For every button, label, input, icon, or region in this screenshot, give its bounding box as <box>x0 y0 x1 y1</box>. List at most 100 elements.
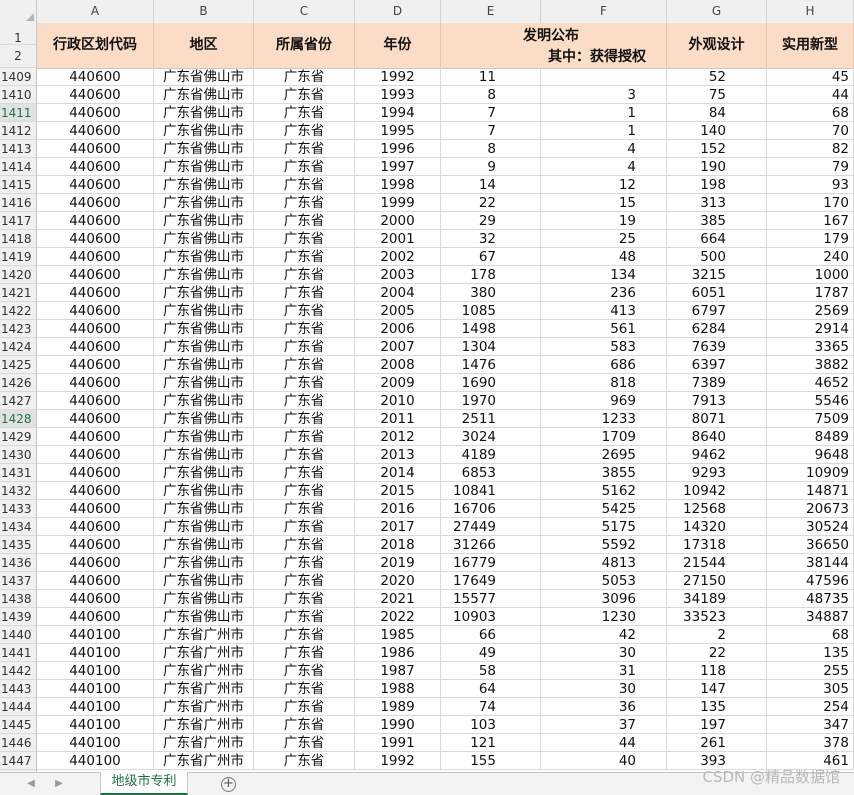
row-number[interactable]: 1409 <box>0 68 36 86</box>
cell-D[interactable]: 1991 <box>355 734 441 752</box>
cell-B[interactable]: 广东省佛山市 <box>154 500 254 518</box>
cell-H[interactable]: 68 <box>767 104 854 122</box>
cell-F[interactable]: 31 <box>541 662 667 680</box>
cell-D[interactable]: 1999 <box>355 194 441 212</box>
cell-F[interactable]: 5592 <box>541 536 667 554</box>
row-number[interactable]: 1437 <box>0 572 36 590</box>
cell-H[interactable]: 179 <box>767 230 854 248</box>
row-number[interactable]: 1411 <box>0 104 36 122</box>
row-number[interactable]: 1432 <box>0 482 36 500</box>
cell-A[interactable]: 440100 <box>37 662 154 680</box>
cell-H[interactable]: 82 <box>767 140 854 158</box>
cell-B[interactable]: 广东省佛山市 <box>154 104 254 122</box>
cell-G[interactable]: 190 <box>667 158 767 176</box>
column-letter-A[interactable]: A <box>37 0 154 23</box>
cell-C[interactable]: 广东省 <box>254 428 355 446</box>
cell-H[interactable]: 70 <box>767 122 854 140</box>
cell-E[interactable]: 2511 <box>441 410 541 428</box>
prev-sheet-icon[interactable]: ◀ <box>24 776 38 792</box>
cell-D[interactable]: 1997 <box>355 158 441 176</box>
cell-A[interactable]: 440100 <box>37 734 154 752</box>
cell-C[interactable]: 广东省 <box>254 464 355 482</box>
cell-B[interactable]: 广东省佛山市 <box>154 608 254 626</box>
cell-B[interactable]: 广东省佛山市 <box>154 320 254 338</box>
cell-D[interactable]: 1994 <box>355 104 441 122</box>
cell-H[interactable]: 9648 <box>767 446 854 464</box>
cell-H[interactable]: 68 <box>767 626 854 644</box>
cell-H[interactable]: 36650 <box>767 536 854 554</box>
cell-D[interactable]: 1996 <box>355 140 441 158</box>
cell-H[interactable]: 8489 <box>767 428 854 446</box>
cell-F[interactable]: 1709 <box>541 428 667 446</box>
row-number[interactable]: 1443 <box>0 680 36 698</box>
cell-E[interactable]: 16779 <box>441 554 541 572</box>
cell-G[interactable]: 152 <box>667 140 767 158</box>
cell-E[interactable]: 16706 <box>441 500 541 518</box>
cell-F[interactable]: 3096 <box>541 590 667 608</box>
cell-E[interactable]: 11 <box>441 68 541 86</box>
cell-D[interactable]: 2007 <box>355 338 441 356</box>
cell-A[interactable]: 440600 <box>37 320 154 338</box>
cell-A[interactable]: 440600 <box>37 446 154 464</box>
cell-D[interactable]: 2004 <box>355 284 441 302</box>
cell-C[interactable]: 广东省 <box>254 536 355 554</box>
cell-B[interactable]: 广东省佛山市 <box>154 230 254 248</box>
cell-A[interactable]: 440600 <box>37 572 154 590</box>
cell-F[interactable]: 561 <box>541 320 667 338</box>
cell-D[interactable]: 1988 <box>355 680 441 698</box>
row-number[interactable]: 1418 <box>0 230 36 248</box>
cell-F[interactable]: 30 <box>541 680 667 698</box>
cell-C[interactable]: 广东省 <box>254 590 355 608</box>
cell-G[interactable]: 6797 <box>667 302 767 320</box>
cell-F[interactable]: 4813 <box>541 554 667 572</box>
column-letter-C[interactable]: C <box>254 0 355 23</box>
cell-G[interactable]: 33523 <box>667 608 767 626</box>
cell-G[interactable]: 3215 <box>667 266 767 284</box>
cell-E[interactable]: 1690 <box>441 374 541 392</box>
cell-E[interactable]: 121 <box>441 734 541 752</box>
cell-F[interactable]: 2695 <box>541 446 667 464</box>
cell-A[interactable]: 440600 <box>37 302 154 320</box>
cell-H[interactable]: 1000 <box>767 266 854 284</box>
cell-B[interactable]: 广东省佛山市 <box>154 194 254 212</box>
cell-C[interactable]: 广东省 <box>254 752 355 770</box>
row-number[interactable]: 1417 <box>0 212 36 230</box>
cell-F[interactable]: 12 <box>541 176 667 194</box>
cell-H[interactable]: 10909 <box>767 464 854 482</box>
cell-B[interactable]: 广东省佛山市 <box>154 266 254 284</box>
cell-D[interactable]: 2017 <box>355 518 441 536</box>
cell-B[interactable]: 广东省佛山市 <box>154 572 254 590</box>
cell-H[interactable]: 48735 <box>767 590 854 608</box>
cell-C[interactable]: 广东省 <box>254 140 355 158</box>
cell-B[interactable]: 广东省广州市 <box>154 716 254 734</box>
cell-B[interactable]: 广东省佛山市 <box>154 122 254 140</box>
cell-A[interactable]: 440600 <box>37 86 154 104</box>
row-number[interactable]: 1430 <box>0 446 36 464</box>
cell-B[interactable]: 广东省佛山市 <box>154 518 254 536</box>
row-number[interactable]: 1414 <box>0 158 36 176</box>
cell-F[interactable]: 1233 <box>541 410 667 428</box>
cell-G[interactable]: 198 <box>667 176 767 194</box>
cell-H[interactable]: 2569 <box>767 302 854 320</box>
cell-F[interactable]: 37 <box>541 716 667 734</box>
cell-C[interactable]: 广东省 <box>254 248 355 266</box>
cell-D[interactable]: 2005 <box>355 302 441 320</box>
cell-H[interactable]: 170 <box>767 194 854 212</box>
cell-B[interactable]: 广东省广州市 <box>154 644 254 662</box>
cell-F[interactable] <box>541 68 667 86</box>
cell-F[interactable]: 15 <box>541 194 667 212</box>
row-number[interactable]: 1427 <box>0 392 36 410</box>
cell-G[interactable]: 9293 <box>667 464 767 482</box>
cell-A[interactable]: 440600 <box>37 536 154 554</box>
cell-H[interactable]: 38144 <box>767 554 854 572</box>
cell-G[interactable]: 6284 <box>667 320 767 338</box>
cell-D[interactable]: 2001 <box>355 230 441 248</box>
cell-G[interactable]: 7639 <box>667 338 767 356</box>
cell-F[interactable]: 4 <box>541 158 667 176</box>
cell-C[interactable]: 广东省 <box>254 482 355 500</box>
cell-F[interactable]: 3 <box>541 86 667 104</box>
cell-D[interactable]: 1985 <box>355 626 441 644</box>
cell-B[interactable]: 广东省佛山市 <box>154 554 254 572</box>
cell-G[interactable]: 664 <box>667 230 767 248</box>
cell-D[interactable]: 2022 <box>355 608 441 626</box>
